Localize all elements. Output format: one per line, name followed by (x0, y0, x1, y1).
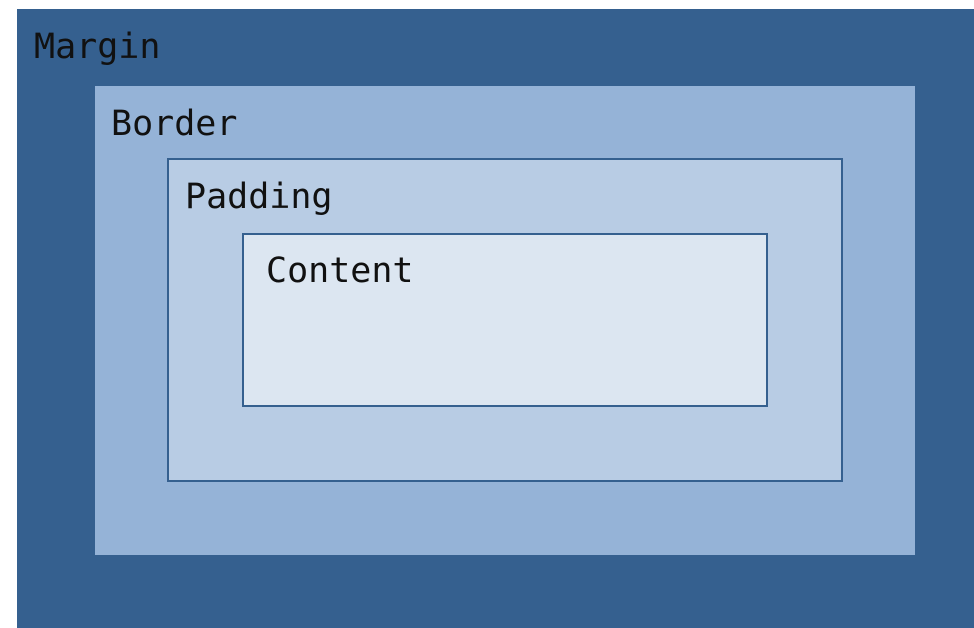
border-label: Border (111, 104, 238, 144)
margin-label: Margin (34, 27, 161, 67)
content-label: Content (266, 251, 414, 291)
padding-label: Padding (185, 177, 333, 217)
